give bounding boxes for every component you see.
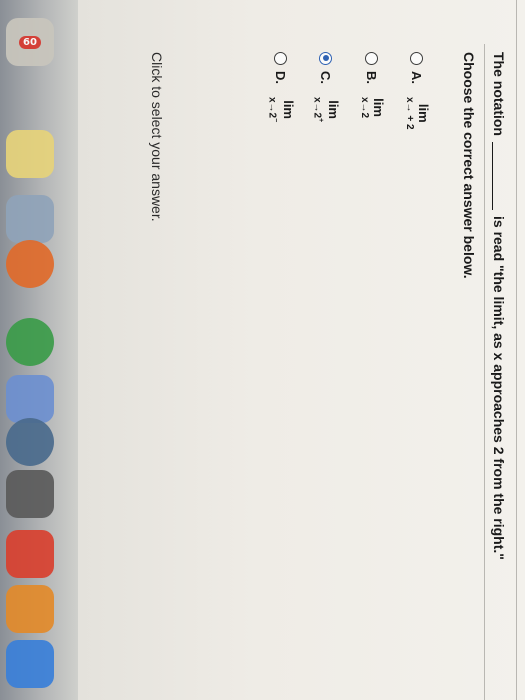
calendar-icon[interactable]: 60: [6, 18, 54, 66]
quiz-content: The notation is read "the limit, as x app…: [78, 0, 525, 700]
limit-expression: lim x→2−: [266, 97, 296, 123]
status-hint: Click to select your answer.: [149, 52, 165, 222]
calculator-icon[interactable]: [6, 470, 54, 518]
lim-text: lim: [416, 103, 431, 123]
finder-icon[interactable]: [6, 195, 54, 243]
option-b[interactable]: B. lim x→2: [359, 52, 386, 119]
option-d[interactable]: D. lim x→2−: [266, 52, 296, 123]
lim-text: lim: [371, 98, 386, 117]
radio-option-d[interactable]: [274, 52, 288, 65]
answer-blank: [492, 142, 493, 210]
notes-icon[interactable]: [6, 130, 54, 178]
question-after-blank: is read "the limit, as x approaches 2 fr…: [491, 216, 507, 560]
option-c[interactable]: C. lim x→2+: [311, 52, 341, 123]
instruction-text: Choose the correct answer below.: [461, 52, 477, 279]
music-icon[interactable]: [6, 530, 54, 578]
option-letter: B.: [364, 71, 380, 84]
limit-expression: lim x→2+: [311, 97, 341, 123]
safari-icon[interactable]: [6, 418, 54, 466]
option-letter: D.: [273, 71, 289, 84]
photos-icon[interactable]: [6, 375, 54, 423]
app-store-icon[interactable]: [6, 640, 54, 688]
lim-text: lim: [326, 100, 341, 119]
lim-direction: +: [317, 118, 324, 123]
lim-subscript: x→2−: [266, 97, 279, 123]
lim-text: lim: [281, 100, 296, 119]
firefox-icon[interactable]: [6, 240, 54, 288]
books-icon[interactable]: [6, 585, 54, 633]
question-before-blank: The notation: [491, 52, 507, 136]
lim-subscript: x→ + 2: [404, 97, 415, 130]
top-divider: [516, 0, 517, 700]
option-letter: A.: [409, 71, 425, 84]
notification-badge: 60: [19, 35, 41, 49]
radio-option-c[interactable]: [319, 52, 333, 65]
lim-direction: −: [272, 118, 279, 123]
quiz-page: The notation is read "the limit, as x app…: [78, 0, 525, 700]
question-text: The notation is read "the limit, as x app…: [491, 52, 507, 560]
limit-expression: lim x→ + 2: [404, 97, 431, 130]
chrome-icon[interactable]: [6, 318, 54, 366]
radio-option-b[interactable]: [365, 52, 379, 65]
option-a[interactable]: A. lim x→ + 2: [404, 52, 431, 130]
lim-subscript: x→2: [359, 97, 370, 119]
limit-expression: lim x→2: [359, 97, 386, 119]
lim-subscript: x→2+: [311, 97, 324, 123]
radio-option-a[interactable]: [410, 52, 424, 65]
desktop-dock-area: 60: [0, 0, 78, 700]
question-divider: [484, 44, 485, 700]
option-letter: C.: [318, 71, 334, 84]
